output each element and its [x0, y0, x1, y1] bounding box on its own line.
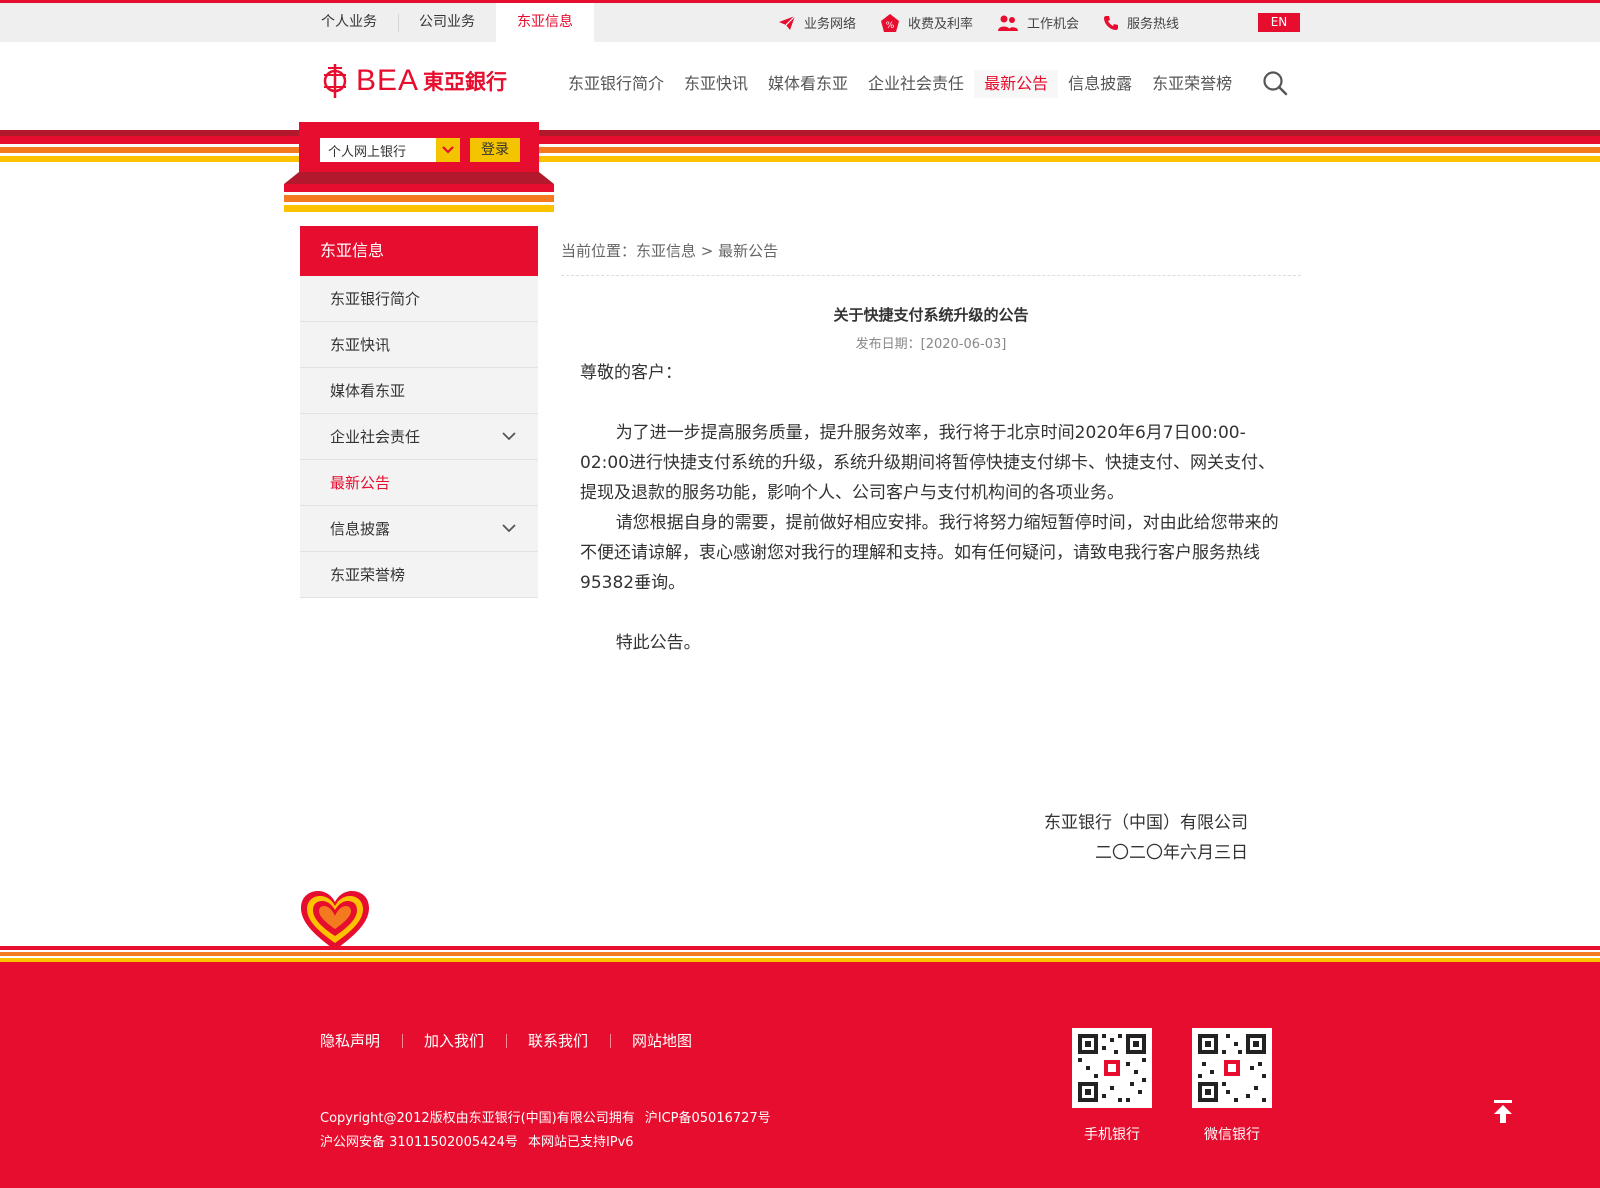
sidebar-item-bank-intro[interactable]: 东亚银行简介	[300, 276, 538, 322]
nav-news[interactable]: 东亚快讯	[674, 70, 758, 98]
article-body: 尊敬的客户： 为了进一步提高服务质量，提升服务效率，我行将于北京时间2020年6…	[580, 358, 1280, 658]
login-panel-stripes	[284, 172, 554, 212]
bea-logo[interactable]: BEA 東亞銀行	[322, 62, 507, 100]
article-paragraph-2: 请您根据自身的需要，提前做好相应安排。我行将努力缩短暂停时间，对由此给您带来的不…	[580, 513, 1279, 593]
back-to-top-icon[interactable]	[1492, 1100, 1514, 1124]
paper-plane-icon	[779, 15, 796, 30]
svg-text:%: %	[886, 21, 895, 31]
sidebar-item-label: 东亚银行简介	[330, 290, 421, 308]
sidebar-item-news[interactable]: 东亚快讯	[300, 322, 538, 368]
percent-badge-icon: %	[881, 13, 900, 32]
sidebar-item-label: 东亚荣誉榜	[330, 566, 406, 584]
footer	[0, 950, 1600, 1188]
qr-label-wechat: 微信银行	[1204, 1127, 1260, 1143]
sidebar-menu: 东亚银行简介 东亚快讯 媒体看东亚 企业社会责任 最新公告 信息披露 东亚荣誉榜	[300, 276, 538, 598]
nav-media[interactable]: 媒体看东亚	[758, 70, 858, 98]
util-branch-network[interactable]: 业务网络	[778, 3, 856, 42]
logo-cn-text: 東亞銀行	[423, 70, 508, 94]
qr-code-wechat-banking	[1192, 1028, 1272, 1108]
sidebar-item-csr[interactable]: 企业社会责任	[300, 414, 538, 460]
util-label: 服务热线	[1127, 17, 1180, 32]
breadcrumb-divider	[561, 275, 1301, 276]
util-label: 业务网络	[804, 17, 857, 32]
header-stripes	[0, 130, 1600, 162]
article-greeting: 尊敬的客户：	[580, 363, 682, 383]
footer-link-careers[interactable]: 加入我们	[402, 1030, 506, 1051]
language-switch-en[interactable]: EN	[1258, 13, 1300, 32]
phone-icon	[1104, 15, 1119, 30]
chevron-down-icon	[502, 524, 516, 533]
sidebar-item-label: 东亚快讯	[330, 336, 391, 354]
nav-disclosure[interactable]: 信息披露	[1058, 70, 1142, 98]
util-fees-rates[interactable]: % 收费及利率	[880, 3, 973, 42]
chevron-down-icon	[502, 432, 516, 441]
sidebar-item-label: 企业社会责任	[330, 428, 421, 446]
footer-link-contact[interactable]: 联系我们	[506, 1030, 610, 1051]
util-jobs[interactable]: 工作机会	[997, 3, 1079, 42]
sign-date: 二〇二〇年六月三日	[1095, 843, 1248, 863]
chevron-down-icon	[436, 138, 460, 162]
copyright-text: Copyright@2012版权由东亚银行(中国)有限公司拥有	[320, 1111, 635, 1126]
sidebar-item-label: 信息披露	[330, 520, 391, 538]
ipv6-notice: 本网站已支持IPv6	[527, 1135, 634, 1150]
search-icon[interactable]	[1262, 70, 1288, 96]
business-tabs: 个人业务 公司业务 东亚信息	[300, 3, 594, 42]
article-signature: 东亚银行（中国）有限公司 二〇二〇年六月三日	[980, 808, 1248, 868]
breadcrumb: 当前位置：东亚信息 > 最新公告	[561, 242, 779, 260]
footer-copyright: Copyright@2012版权由东亚银行(中国)有限公司拥有 沪ICP备0501…	[320, 1107, 771, 1155]
sidebar-item-label: 最新公告	[330, 474, 391, 492]
article-closing: 特此公告。	[615, 633, 701, 653]
tab-bea-info[interactable]: 东亚信息	[496, 3, 594, 42]
select-value: 个人网上银行	[328, 144, 407, 160]
util-label: 工作机会	[1027, 17, 1080, 32]
nav-bank-intro[interactable]: 东亚银行简介	[558, 70, 674, 98]
util-hotline[interactable]: 服务热线	[1103, 3, 1179, 42]
sidebar-title: 东亚信息	[300, 226, 538, 276]
signer-name: 东亚银行（中国）有限公司	[1044, 813, 1248, 833]
article-paragraph-1: 为了进一步提高服务质量，提升服务效率，我行将于北京时间2020年6月7日00:0…	[580, 423, 1275, 503]
article-date: 发布日期：[2020-06-03]	[855, 337, 1007, 352]
tab-personal[interactable]: 个人业务	[300, 3, 398, 42]
bea-emblem-icon	[323, 64, 347, 98]
nav-csr[interactable]: 企业社会责任	[858, 70, 974, 98]
footer-links: 隐私声明 加入我们 联系我们 网站地图	[320, 1030, 714, 1051]
qr-code-mobile-banking	[1072, 1028, 1152, 1108]
heart-logo-icon	[301, 891, 369, 950]
qr-label-mobile: 手机银行	[1084, 1127, 1140, 1143]
nav-honors[interactable]: 东亚荣誉榜	[1142, 70, 1242, 98]
icp-number[interactable]: 沪ICP备05016727号	[645, 1111, 771, 1126]
article-title: 关于快捷支付系统升级的公告	[833, 306, 1029, 324]
sidebar-item-honors[interactable]: 东亚荣誉榜	[300, 552, 538, 598]
main-nav: 东亚银行简介 东亚快讯 媒体看东亚 企业社会责任 最新公告 信息披露 东亚荣誉榜	[558, 70, 1242, 98]
util-label: 收费及利率	[908, 17, 974, 32]
sidebar-item-announcements[interactable]: 最新公告	[300, 460, 538, 506]
logo-text: BEA	[356, 64, 420, 97]
tab-corporate[interactable]: 公司业务	[398, 3, 496, 42]
footer-link-sitemap[interactable]: 网站地图	[610, 1030, 714, 1051]
login-button[interactable]: 登录	[470, 138, 520, 162]
sidebar-item-disclosure[interactable]: 信息披露	[300, 506, 538, 552]
footer-stripes	[0, 946, 1600, 962]
sidebar-item-label: 媒体看东亚	[330, 382, 406, 400]
utility-links: 业务网络 % 收费及利率 工作机会 服务热线	[778, 3, 1203, 42]
sidebar-item-media[interactable]: 媒体看东亚	[300, 368, 538, 414]
online-banking-select[interactable]: 个人网上银行	[320, 138, 460, 162]
people-icon	[998, 15, 1019, 31]
footer-link-privacy[interactable]: 隐私声明	[320, 1030, 402, 1051]
police-record[interactable]: 沪公网安备 31011502005424号	[320, 1135, 518, 1150]
nav-announcements[interactable]: 最新公告	[974, 70, 1059, 98]
